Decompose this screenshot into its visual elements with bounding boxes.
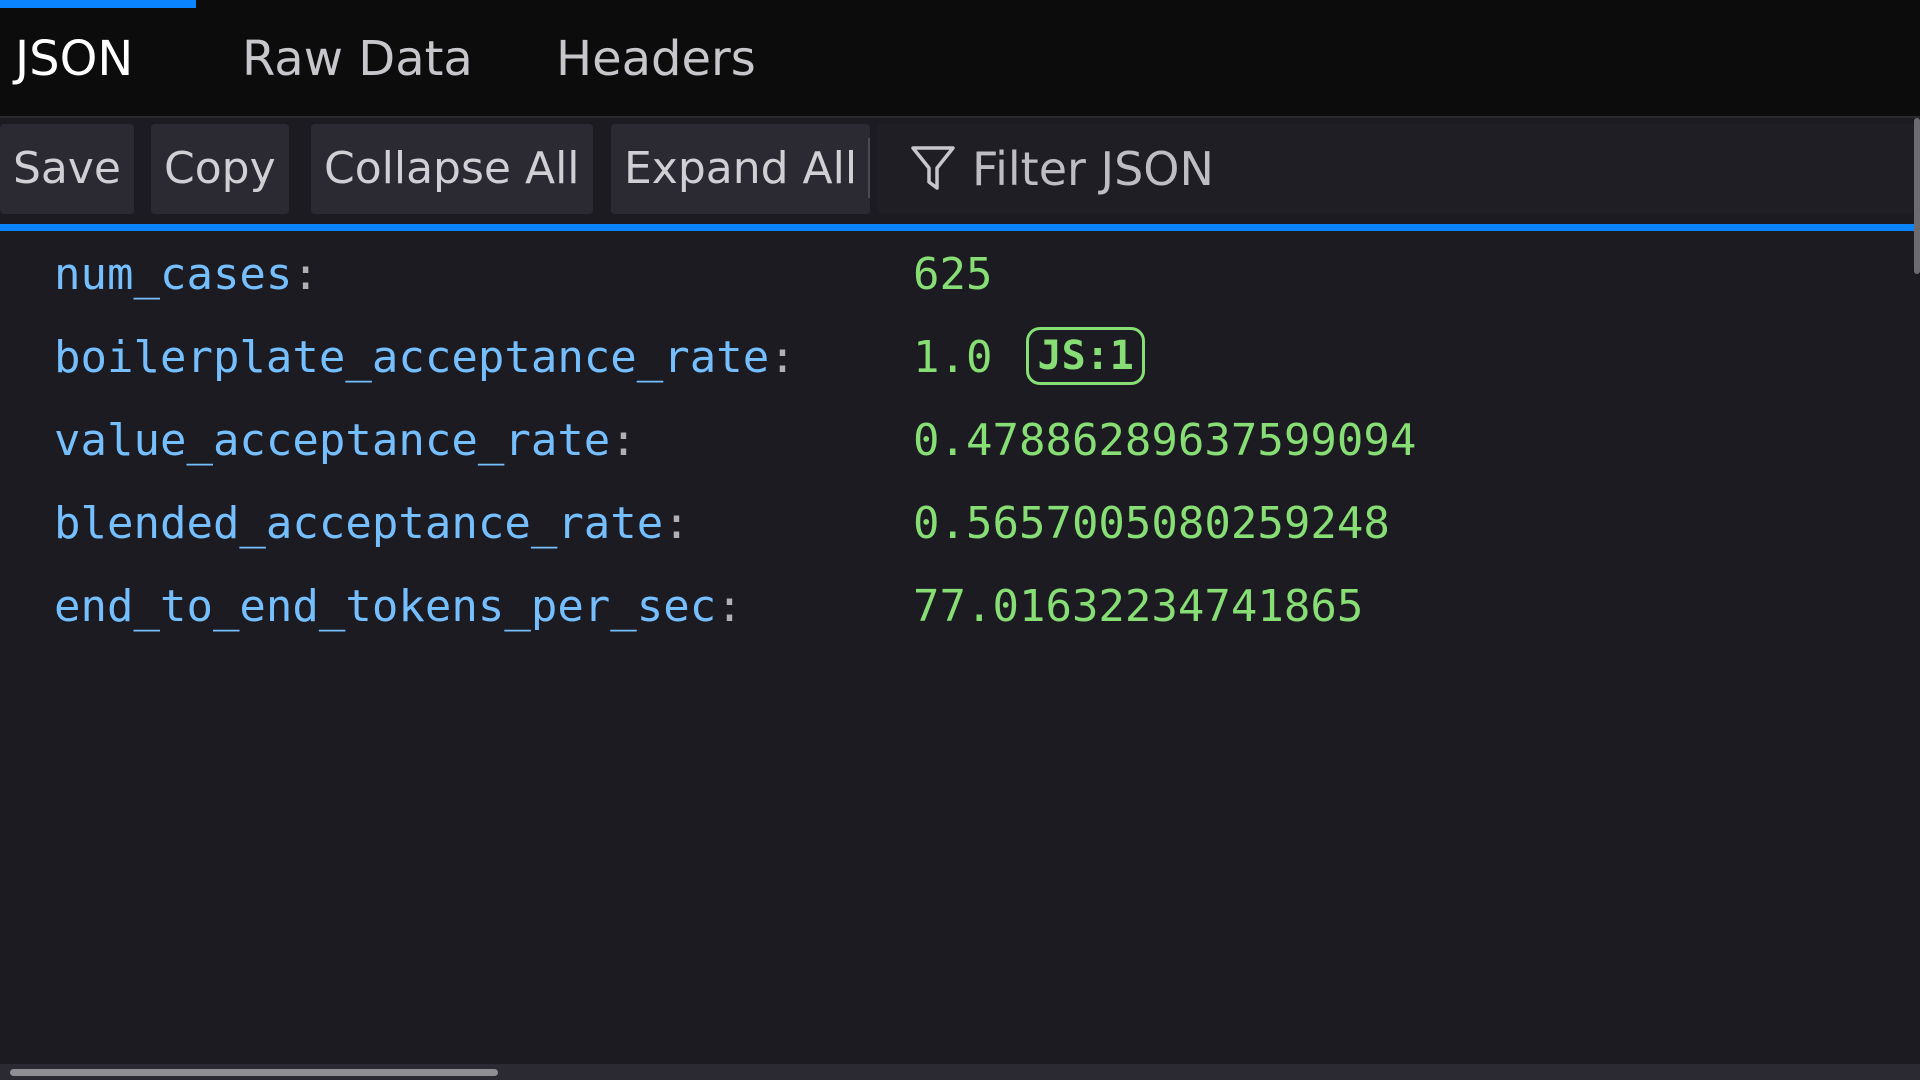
js-type-badge: JS:1 [1026,327,1145,385]
json-value: 77.01632234741865 [913,581,1364,632]
filter-placeholder: Filter JSON [972,142,1214,196]
toolbar-divider [868,138,870,198]
json-value: 0.5657005080259248 [913,498,1390,549]
json-viewer: num_cases: 625 boilerplate_acceptance_ra… [0,231,1920,1061]
json-row-value-acceptance-rate[interactable]: value_acceptance_rate: 0.478862896375990… [0,399,1900,482]
tab-json[interactable]: JSON [15,0,133,118]
collapse-all-button[interactable]: Collapse All [311,124,593,214]
json-value: 625 [913,249,993,300]
json-key: end_to_end_tokens_per_sec: [54,581,743,632]
json-key: blended_acceptance_rate: [54,498,690,549]
json-value: 1.0 JS:1 [913,316,1145,399]
horizontal-scrollbar[interactable] [0,1064,1920,1080]
loading-progress-bar [0,224,1920,231]
filter-icon [911,146,955,190]
json-key: num_cases: [54,249,319,300]
vertical-scrollbar[interactable] [1914,118,1920,274]
json-row-num-cases[interactable]: num_cases: 625 [0,233,1900,316]
copy-button[interactable]: Copy [151,124,289,214]
json-row-boilerplate-acceptance-rate[interactable]: boilerplate_acceptance_rate: 1.0 JS:1 [0,316,1900,399]
json-key: boilerplate_acceptance_rate: [54,332,796,383]
tab-headers[interactable]: Headers [556,0,756,118]
json-toolbar: Save Copy Collapse All Expand All Filter… [0,118,1920,228]
json-key: value_acceptance_rate: [54,415,637,466]
json-row-end-to-end-tokens-per-sec[interactable]: end_to_end_tokens_per_sec: 77.0163223474… [0,565,1900,648]
tab-bar: JSON Raw Data Headers [0,0,1920,118]
json-row-blended-acceptance-rate[interactable]: blended_acceptance_rate: 0.5657005080259… [0,482,1900,565]
json-value: 0.47886289637599094 [913,415,1417,466]
tab-raw-data[interactable]: Raw Data [242,0,473,118]
horizontal-scrollbar-thumb[interactable] [10,1069,498,1076]
filter-json-input[interactable]: Filter JSON [878,124,1920,214]
save-button[interactable]: Save [0,124,135,214]
expand-all-button[interactable]: Expand All [611,124,871,214]
